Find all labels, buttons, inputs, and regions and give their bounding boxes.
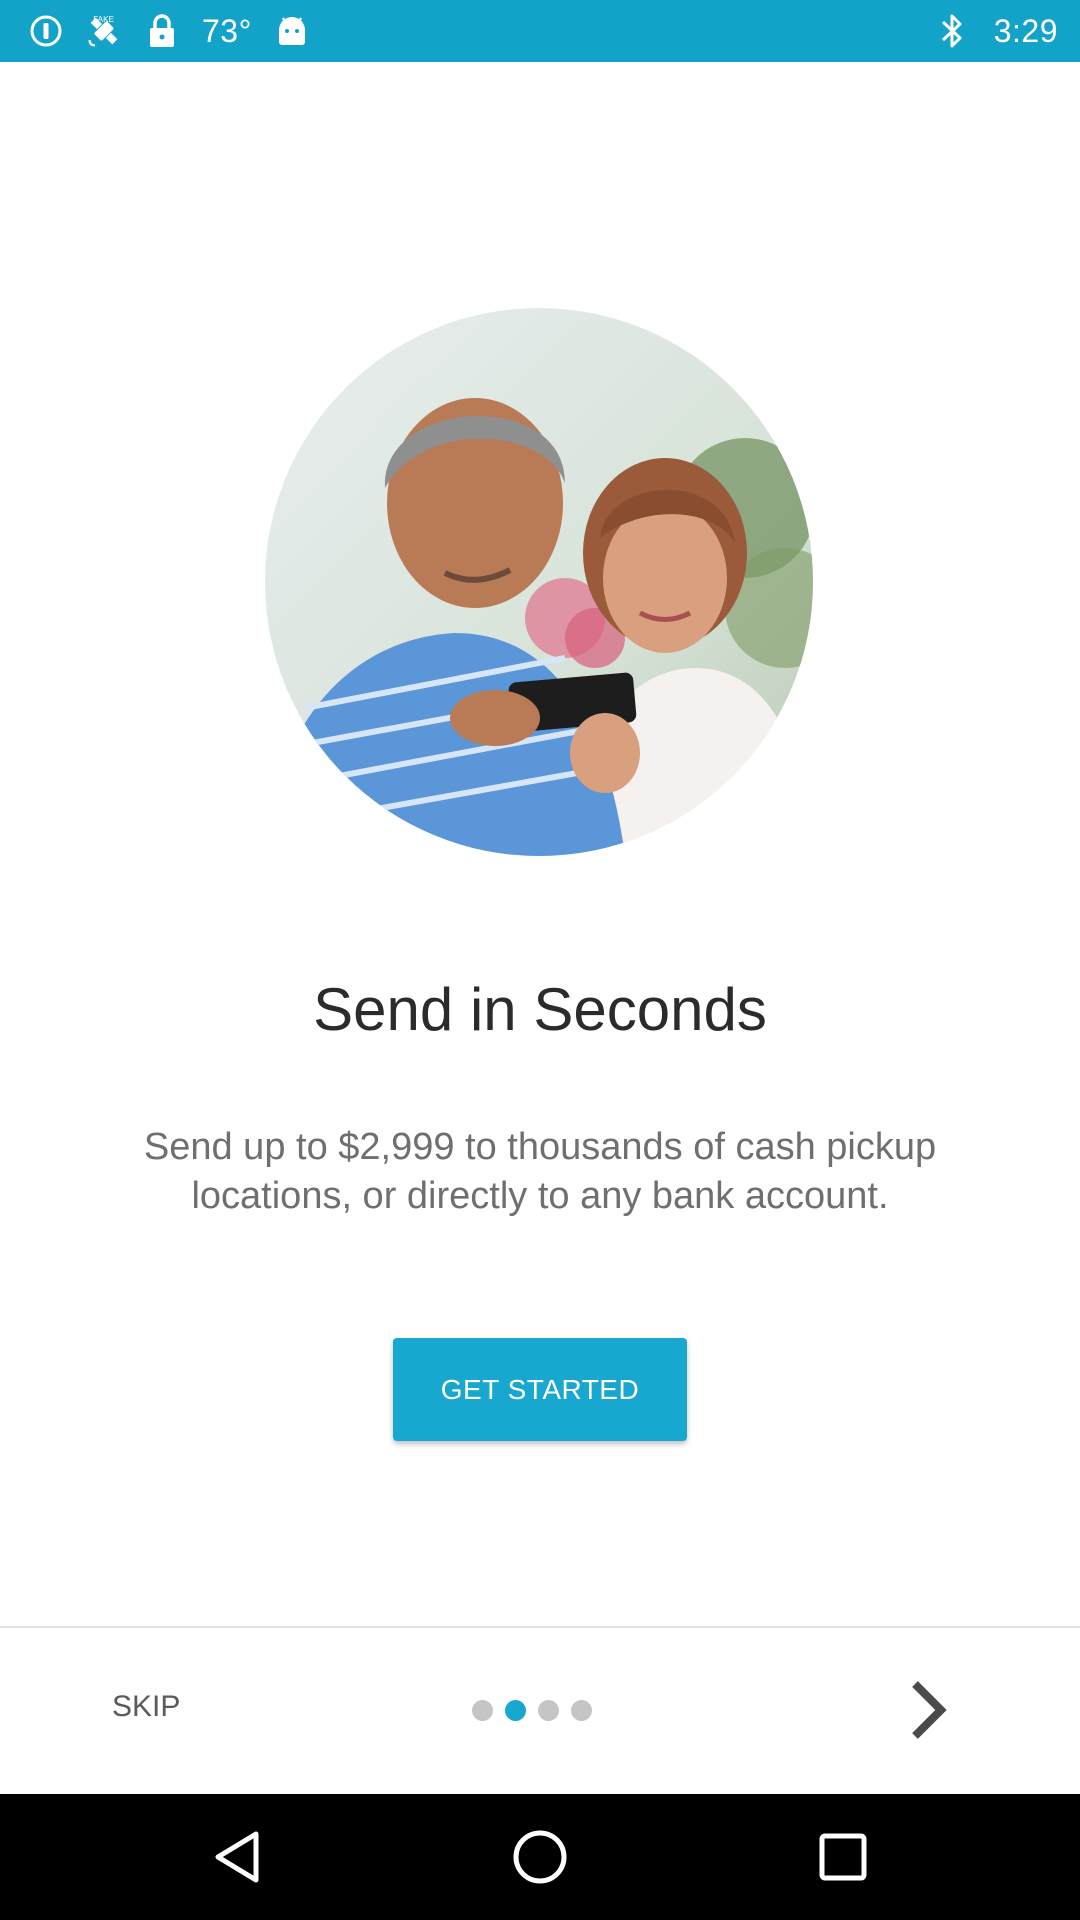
skip-button[interactable]: SKIP bbox=[112, 1690, 180, 1724]
status-right-icons: 3:29 bbox=[934, 0, 1058, 62]
nav-back-button[interactable] bbox=[197, 1817, 277, 1897]
fake-gps-icon: FAKE bbox=[86, 13, 122, 49]
svg-text:FAKE: FAKE bbox=[93, 15, 114, 24]
back-icon bbox=[215, 1831, 259, 1883]
status-bar: FAKE 73° 3:29 bbox=[0, 0, 1080, 62]
next-button[interactable] bbox=[894, 1674, 964, 1746]
android-icon bbox=[274, 13, 310, 49]
lock-icon bbox=[144, 13, 180, 49]
hero-photo bbox=[265, 308, 813, 856]
chevron-right-icon bbox=[912, 1681, 947, 1739]
status-temperature: 73° bbox=[202, 12, 252, 49]
get-started-button[interactable]: GET STARTED bbox=[393, 1338, 687, 1441]
info-icon bbox=[28, 13, 64, 49]
bluetooth-icon bbox=[934, 13, 970, 49]
page-dot bbox=[538, 1699, 559, 1721]
home-icon bbox=[513, 1830, 567, 1884]
status-left-icons: FAKE 73° bbox=[28, 0, 310, 62]
page-indicator bbox=[472, 1699, 592, 1721]
status-time: 3:29 bbox=[993, 12, 1058, 49]
footer-divider bbox=[0, 1626, 1080, 1628]
page-title: Send in Seconds bbox=[313, 976, 767, 1043]
page-dot bbox=[571, 1699, 592, 1721]
recents-icon bbox=[819, 1833, 867, 1881]
page-dot-active bbox=[505, 1699, 526, 1721]
nav-home-button[interactable] bbox=[500, 1817, 580, 1897]
nav-recents-button[interactable] bbox=[803, 1817, 883, 1897]
page-description: Send up to $2,999 to thousands of cash p… bbox=[143, 1126, 937, 1217]
system-nav-bar bbox=[0, 1794, 1080, 1920]
page-dot bbox=[472, 1699, 493, 1721]
